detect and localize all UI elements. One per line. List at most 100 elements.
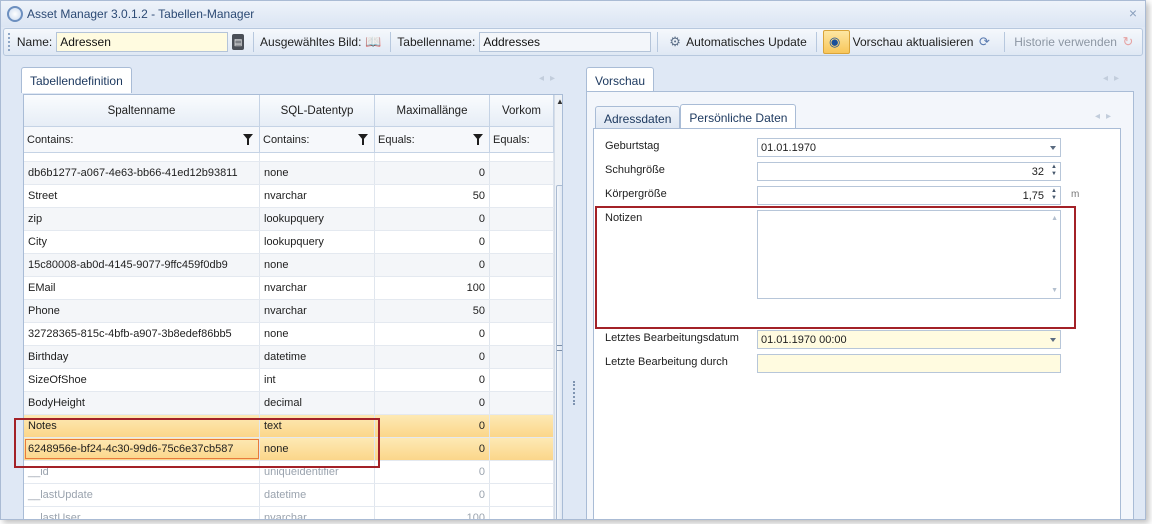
- scroll-up-icon[interactable]: ▲: [556, 97, 562, 106]
- filter-cell[interactable]: Equals:: [375, 127, 490, 152]
- filter-cell[interactable]: Contains:: [260, 127, 375, 152]
- cell-sql-type[interactable]: datetime: [260, 346, 375, 368]
- cell-column-name[interactable]: LastName: [24, 153, 260, 161]
- tablename-input[interactable]: [479, 32, 652, 52]
- cell-sql-type[interactable]: none: [260, 162, 375, 184]
- use-history-button[interactable]: Historie verwenden ↻: [1011, 30, 1142, 54]
- cell-occurrence[interactable]: [490, 392, 554, 414]
- cell-sql-type[interactable]: nvarchar: [260, 300, 375, 322]
- scroll-thumb[interactable]: [556, 185, 562, 519]
- table-row[interactable]: City lookupquery 0: [24, 231, 554, 254]
- cell-sql-type[interactable]: decimal: [260, 392, 375, 414]
- cell-max-length[interactable]: 0: [375, 346, 490, 368]
- tab-preview[interactable]: Vorschau: [586, 67, 655, 93]
- column-header-max-length[interactable]: Maximallänge: [375, 95, 490, 126]
- table-row[interactable]: LastNamenvarchar50: [24, 153, 554, 162]
- table-row[interactable]: 32728365-815c-4bfb-a907-3b8edef86bb5 none…: [24, 323, 554, 346]
- table-row[interactable]: 15c80008-ab0d-4145-9077-9ffc459f0db9 none…: [24, 254, 554, 277]
- cell-column-name[interactable]: db6b1277-a067-4e63-bb66-41ed12b93811: [24, 162, 260, 184]
- cell-max-length[interactable]: 0: [375, 162, 490, 184]
- cell-max-length[interactable]: 0: [375, 461, 490, 483]
- close-icon[interactable]: ×: [1129, 5, 1137, 21]
- cell-max-length[interactable]: 100: [375, 507, 490, 519]
- cell-sql-type[interactable]: lookupquery: [260, 208, 375, 230]
- cell-max-length[interactable]: 0: [375, 392, 490, 414]
- cell-column-name[interactable]: __lastUpdate: [24, 484, 260, 506]
- cell-sql-type[interactable]: int: [260, 369, 375, 391]
- cell-sql-type[interactable]: nvarchar: [260, 507, 375, 519]
- cell-max-length[interactable]: 100: [375, 277, 490, 299]
- cell-max-length[interactable]: 0: [375, 438, 490, 460]
- auto-update-button[interactable]: ⚙ Automatisches Update: [664, 30, 810, 54]
- cell-column-name[interactable]: Birthday: [24, 346, 260, 368]
- table-row[interactable]: db6b1277-a067-4e63-bb66-41ed12b93811 none…: [24, 162, 554, 185]
- table-row[interactable]: __lastUser nvarchar 100: [24, 507, 554, 519]
- table-row[interactable]: EMail nvarchar 100: [24, 277, 554, 300]
- book-icon[interactable]: 📖: [365, 34, 381, 50]
- cell-max-length[interactable]: 0: [375, 254, 490, 276]
- panel-splitter[interactable]: [573, 381, 579, 405]
- cell-max-length[interactable]: 0: [375, 208, 490, 230]
- cell-column-name[interactable]: Street: [24, 185, 260, 207]
- column-header-name[interactable]: Spaltenname: [24, 95, 260, 126]
- cell-max-length[interactable]: 0: [375, 231, 490, 253]
- cell-sql-type[interactable]: none: [260, 323, 375, 345]
- cell-column-name[interactable]: zip: [24, 208, 260, 230]
- cell-occurrence[interactable]: [490, 277, 554, 299]
- shoe-size-field[interactable]: 32 ▲ ▼: [757, 162, 1061, 181]
- tab-personal-data[interactable]: Persönliche Daten: [680, 104, 797, 130]
- cell-max-length[interactable]: 0: [375, 415, 490, 437]
- cell-column-name[interactable]: SizeOfShoe: [24, 369, 260, 391]
- cell-occurrence[interactable]: [490, 231, 554, 253]
- cell-occurrence[interactable]: [490, 162, 554, 184]
- cell-occurrence[interactable]: [490, 208, 554, 230]
- cell-occurrence[interactable]: [490, 415, 554, 437]
- cell-occurrence[interactable]: [490, 507, 554, 519]
- filter-cell[interactable]: Contains:: [24, 127, 260, 152]
- table-row[interactable]: __lastUpdate datetime 0: [24, 484, 554, 507]
- table-row[interactable]: Street nvarchar 50: [24, 185, 554, 208]
- cell-sql-type[interactable]: nvarchar: [260, 153, 375, 161]
- tab-scroll-arrows[interactable]: ◂▸: [1095, 111, 1117, 122]
- cell-occurrence[interactable]: [490, 346, 554, 368]
- filter-icon[interactable]: [358, 134, 368, 145]
- tab-address-data[interactable]: Adressdaten: [595, 106, 681, 130]
- cell-sql-type[interactable]: datetime: [260, 484, 375, 506]
- cell-column-name[interactable]: City: [24, 231, 260, 253]
- cell-occurrence[interactable]: [490, 300, 554, 322]
- tab-table-definition[interactable]: Tabellendefinition: [21, 67, 132, 93]
- dropdown-arrow-icon[interactable]: [1050, 146, 1056, 150]
- cell-sql-type[interactable]: lookupquery: [260, 231, 375, 253]
- table-row[interactable]: Phone nvarchar 50: [24, 300, 554, 323]
- refresh-preview-toggle[interactable]: ◉: [822, 30, 850, 54]
- grid-scrollbar[interactable]: ▲: [554, 95, 562, 519]
- cell-max-length[interactable]: 0: [375, 484, 490, 506]
- refresh-preview-button[interactable]: Vorschau aktualisieren ⟳: [850, 30, 999, 54]
- cell-column-name[interactable]: Phone: [24, 300, 260, 322]
- cell-max-length[interactable]: 50: [375, 185, 490, 207]
- cell-occurrence[interactable]: [490, 369, 554, 391]
- cell-occurrence[interactable]: [490, 484, 554, 506]
- name-input[interactable]: [56, 32, 229, 52]
- last-edit-by-field[interactable]: [757, 354, 1061, 373]
- tab-scroll-arrows[interactable]: ◂▸: [539, 73, 561, 84]
- cell-occurrence[interactable]: [490, 461, 554, 483]
- cell-max-length[interactable]: 50: [375, 153, 490, 161]
- cell-max-length[interactable]: 50: [375, 300, 490, 322]
- cell-column-name[interactable]: BodyHeight: [24, 392, 260, 414]
- cell-column-name[interactable]: __lastUser: [24, 507, 260, 519]
- filter-cell[interactable]: Equals:: [490, 127, 554, 152]
- column-header-occurrence[interactable]: Vorkom: [490, 95, 554, 126]
- table-row[interactable]: zip lookupquery 0: [24, 208, 554, 231]
- cell-column-name[interactable]: 32728365-815c-4bfb-a907-3b8edef86bb5: [24, 323, 260, 345]
- cell-max-length[interactable]: 0: [375, 369, 490, 391]
- cell-occurrence[interactable]: [490, 254, 554, 276]
- spin-icon[interactable]: ▲ ▼: [1050, 188, 1058, 203]
- filter-icon[interactable]: [473, 134, 483, 145]
- table-row[interactable]: Birthday datetime 0: [24, 346, 554, 369]
- cell-column-name[interactable]: 15c80008-ab0d-4145-9077-9ffc459f0db9: [24, 254, 260, 276]
- cell-sql-type[interactable]: nvarchar: [260, 277, 375, 299]
- toolbar-grip[interactable]: [8, 33, 11, 51]
- last-edit-date-field[interactable]: 01.01.1970 00:00: [757, 330, 1061, 349]
- cell-max-length[interactable]: 0: [375, 323, 490, 345]
